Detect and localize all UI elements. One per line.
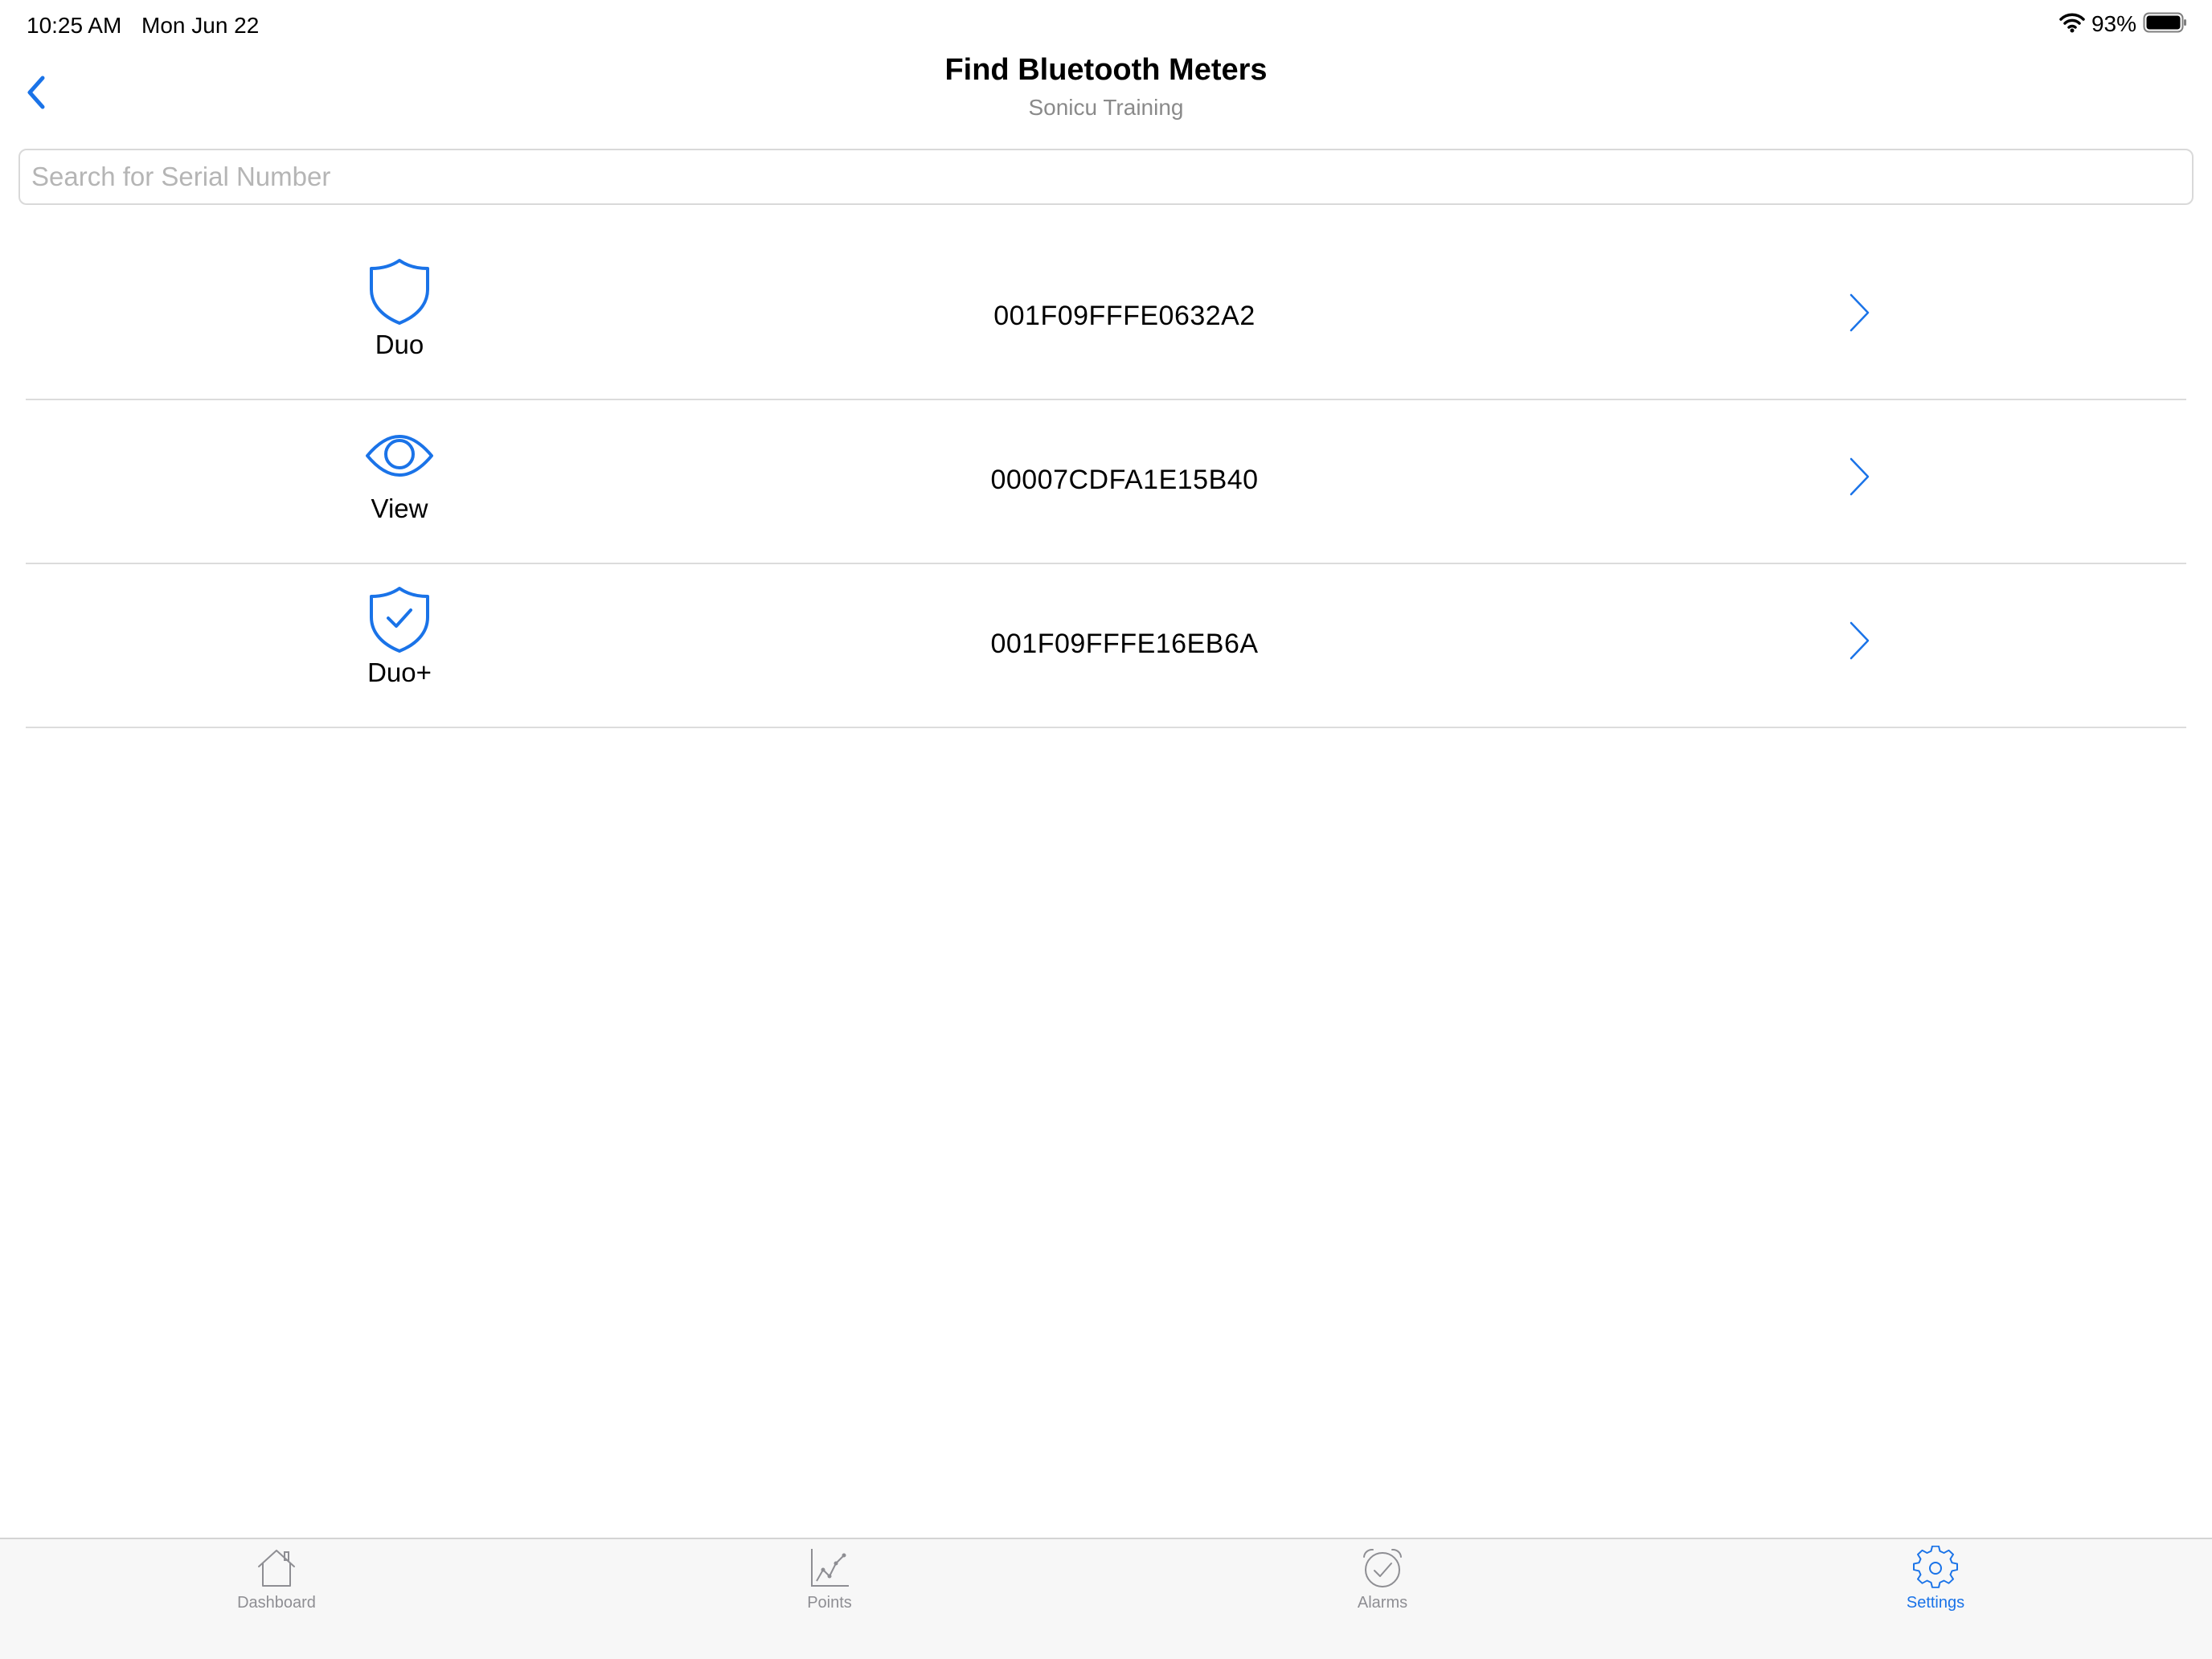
meter-serial: 001F09FFFE0632A2 — [993, 301, 1256, 331]
gear-icon — [1913, 1546, 1958, 1588]
find-bluetooth-meters-screen: 10:25 AM Mon Jun 22 93% Find Bluetooth M… — [0, 0, 2212, 1659]
battery-percent: 93% — [2091, 11, 2136, 36]
tab-dashboard[interactable]: Dashboard — [196, 1546, 357, 1612]
home-icon — [258, 1550, 295, 1587]
status-bar: 10:25 AM Mon Jun 22 93% — [0, 0, 2212, 48]
tab-label: Alarms — [1357, 1594, 1408, 1612]
meter-type-label: Duo — [375, 330, 424, 359]
chevron-right-icon — [1849, 293, 1870, 332]
meter-row[interactable]: View 00007CDFA1E15B40 — [26, 400, 2186, 564]
status-time: 10:25 AM — [27, 13, 122, 38]
battery-icon — [2143, 12, 2188, 37]
serial-search-input[interactable] — [18, 149, 2194, 205]
tab-label: Points — [807, 1594, 852, 1612]
alarm-clock-icon — [1363, 1548, 1402, 1587]
tab-points[interactable]: Points — [749, 1546, 910, 1612]
meter-serial: 00007CDFA1E15B40 — [990, 465, 1259, 495]
meter-serial: 001F09FFFE16EB6A — [990, 629, 1259, 659]
status-indicators: 93% — [2059, 11, 2188, 37]
page-subtitle: Sonicu Training — [1028, 95, 1184, 120]
meter-list: Duo 001F09FFFE0632A2 View 00007CDFA1E15B… — [26, 236, 2186, 728]
meter-type-label: View — [371, 494, 428, 523]
tab-label: Dashboard — [237, 1594, 316, 1612]
navigation-bar: Find Bluetooth Meters Sonicu Training — [0, 48, 2212, 133]
chevron-right-icon — [1849, 621, 1870, 660]
meter-row[interactable]: Duo 001F09FFFE0632A2 — [26, 236, 2186, 400]
chevron-right-icon — [1849, 457, 1870, 496]
wifi-icon — [2059, 12, 2085, 37]
meter-type-label: Duo+ — [367, 657, 432, 687]
meter-row[interactable]: Duo+ 001F09FFFE16EB6A — [26, 564, 2186, 728]
page-title: Find Bluetooth Meters — [944, 53, 1268, 87]
tab-alarms[interactable]: Alarms — [1302, 1546, 1463, 1612]
tab-settings[interactable]: Settings — [1855, 1546, 2016, 1612]
tab-label: Settings — [1906, 1594, 1965, 1612]
chart-icon — [811, 1549, 849, 1587]
status-date: Mon Jun 22 — [141, 13, 260, 38]
tab-bar: Dashboard Points Alarms Settings — [0, 1538, 2212, 1659]
